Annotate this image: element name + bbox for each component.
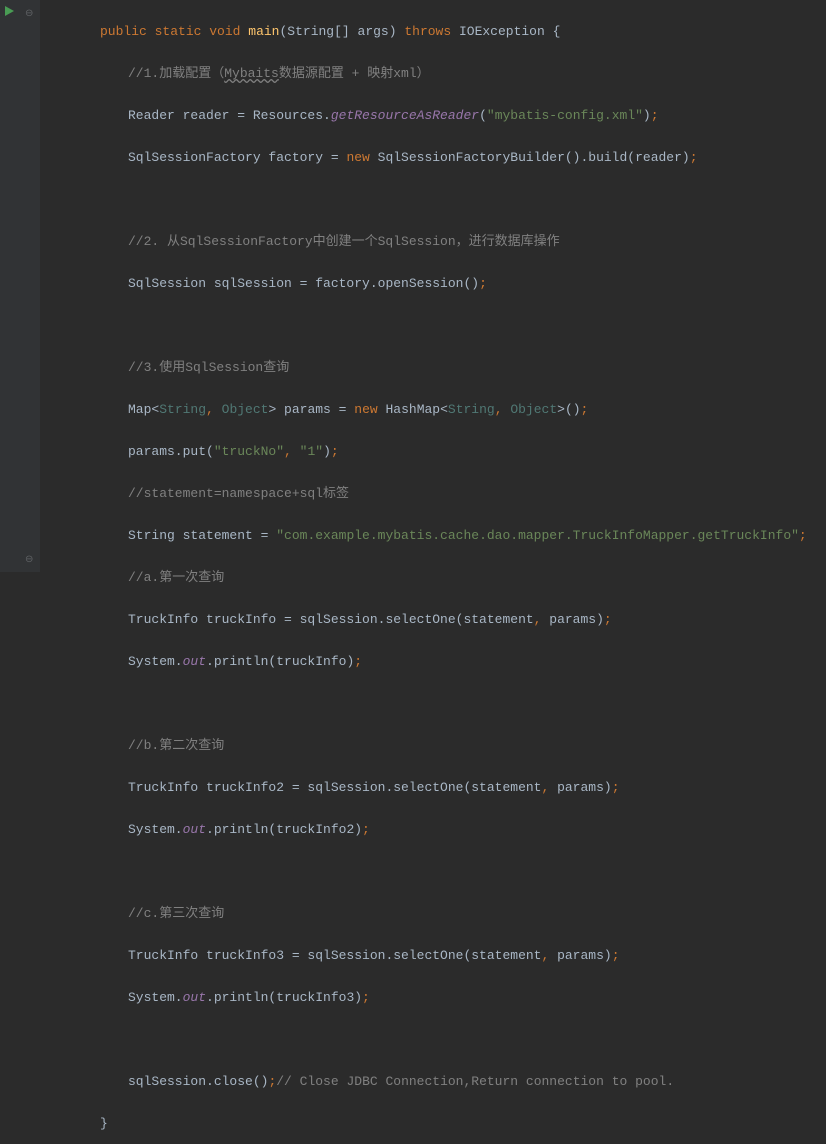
code-line: //a.第一次查询 bbox=[44, 567, 826, 588]
code-line bbox=[44, 1029, 826, 1050]
code-line: TruckInfo truckInfo = sqlSession.selectO… bbox=[44, 609, 826, 630]
code-editor[interactable]: public static void main(String[] args) t… bbox=[40, 0, 826, 572]
editor-gutter: ⊖ ⊖ bbox=[0, 0, 40, 572]
code-line bbox=[44, 189, 826, 210]
code-line: } bbox=[44, 1113, 826, 1134]
code-line: //statement=namespace+sql标签 bbox=[44, 483, 826, 504]
collapse-end-icon[interactable]: ⊖ bbox=[25, 550, 37, 562]
code-line: System.out.println(truckInfo3); bbox=[44, 987, 826, 1008]
code-line: //b.第二次查询 bbox=[44, 735, 826, 756]
code-line: //c.第三次查询 bbox=[44, 903, 826, 924]
code-line: //3.使用SqlSession查询 bbox=[44, 357, 826, 378]
code-line: params.put("truckNo", "1"); bbox=[44, 441, 826, 462]
collapse-icon[interactable]: ⊖ bbox=[25, 4, 37, 16]
code-line: SqlSessionFactory factory = new SqlSessi… bbox=[44, 147, 826, 168]
code-line: //2. 从SqlSessionFactory中创建一个SqlSession，进… bbox=[44, 231, 826, 252]
code-line: SqlSession sqlSession = factory.openSess… bbox=[44, 273, 826, 294]
code-line: String statement = "com.example.mybatis.… bbox=[44, 525, 826, 546]
run-icon[interactable] bbox=[3, 5, 15, 17]
code-line: TruckInfo truckInfo3 = sqlSession.select… bbox=[44, 945, 826, 966]
code-line: public static void main(String[] args) t… bbox=[44, 21, 826, 42]
code-line: sqlSession.close();// Close JDBC Connect… bbox=[44, 1071, 826, 1092]
code-line: System.out.println(truckInfo2); bbox=[44, 819, 826, 840]
code-line bbox=[44, 861, 826, 882]
code-line: TruckInfo truckInfo2 = sqlSession.select… bbox=[44, 777, 826, 798]
code-line: Reader reader = Resources.getResourceAsR… bbox=[44, 105, 826, 126]
code-line: //1.加载配置（Mybaits数据源配置 + 映射xml） bbox=[44, 63, 826, 84]
code-line: System.out.println(truckInfo); bbox=[44, 651, 826, 672]
code-line bbox=[44, 315, 826, 336]
code-line: Map<String, Object> params = new HashMap… bbox=[44, 399, 826, 420]
code-line bbox=[44, 693, 826, 714]
